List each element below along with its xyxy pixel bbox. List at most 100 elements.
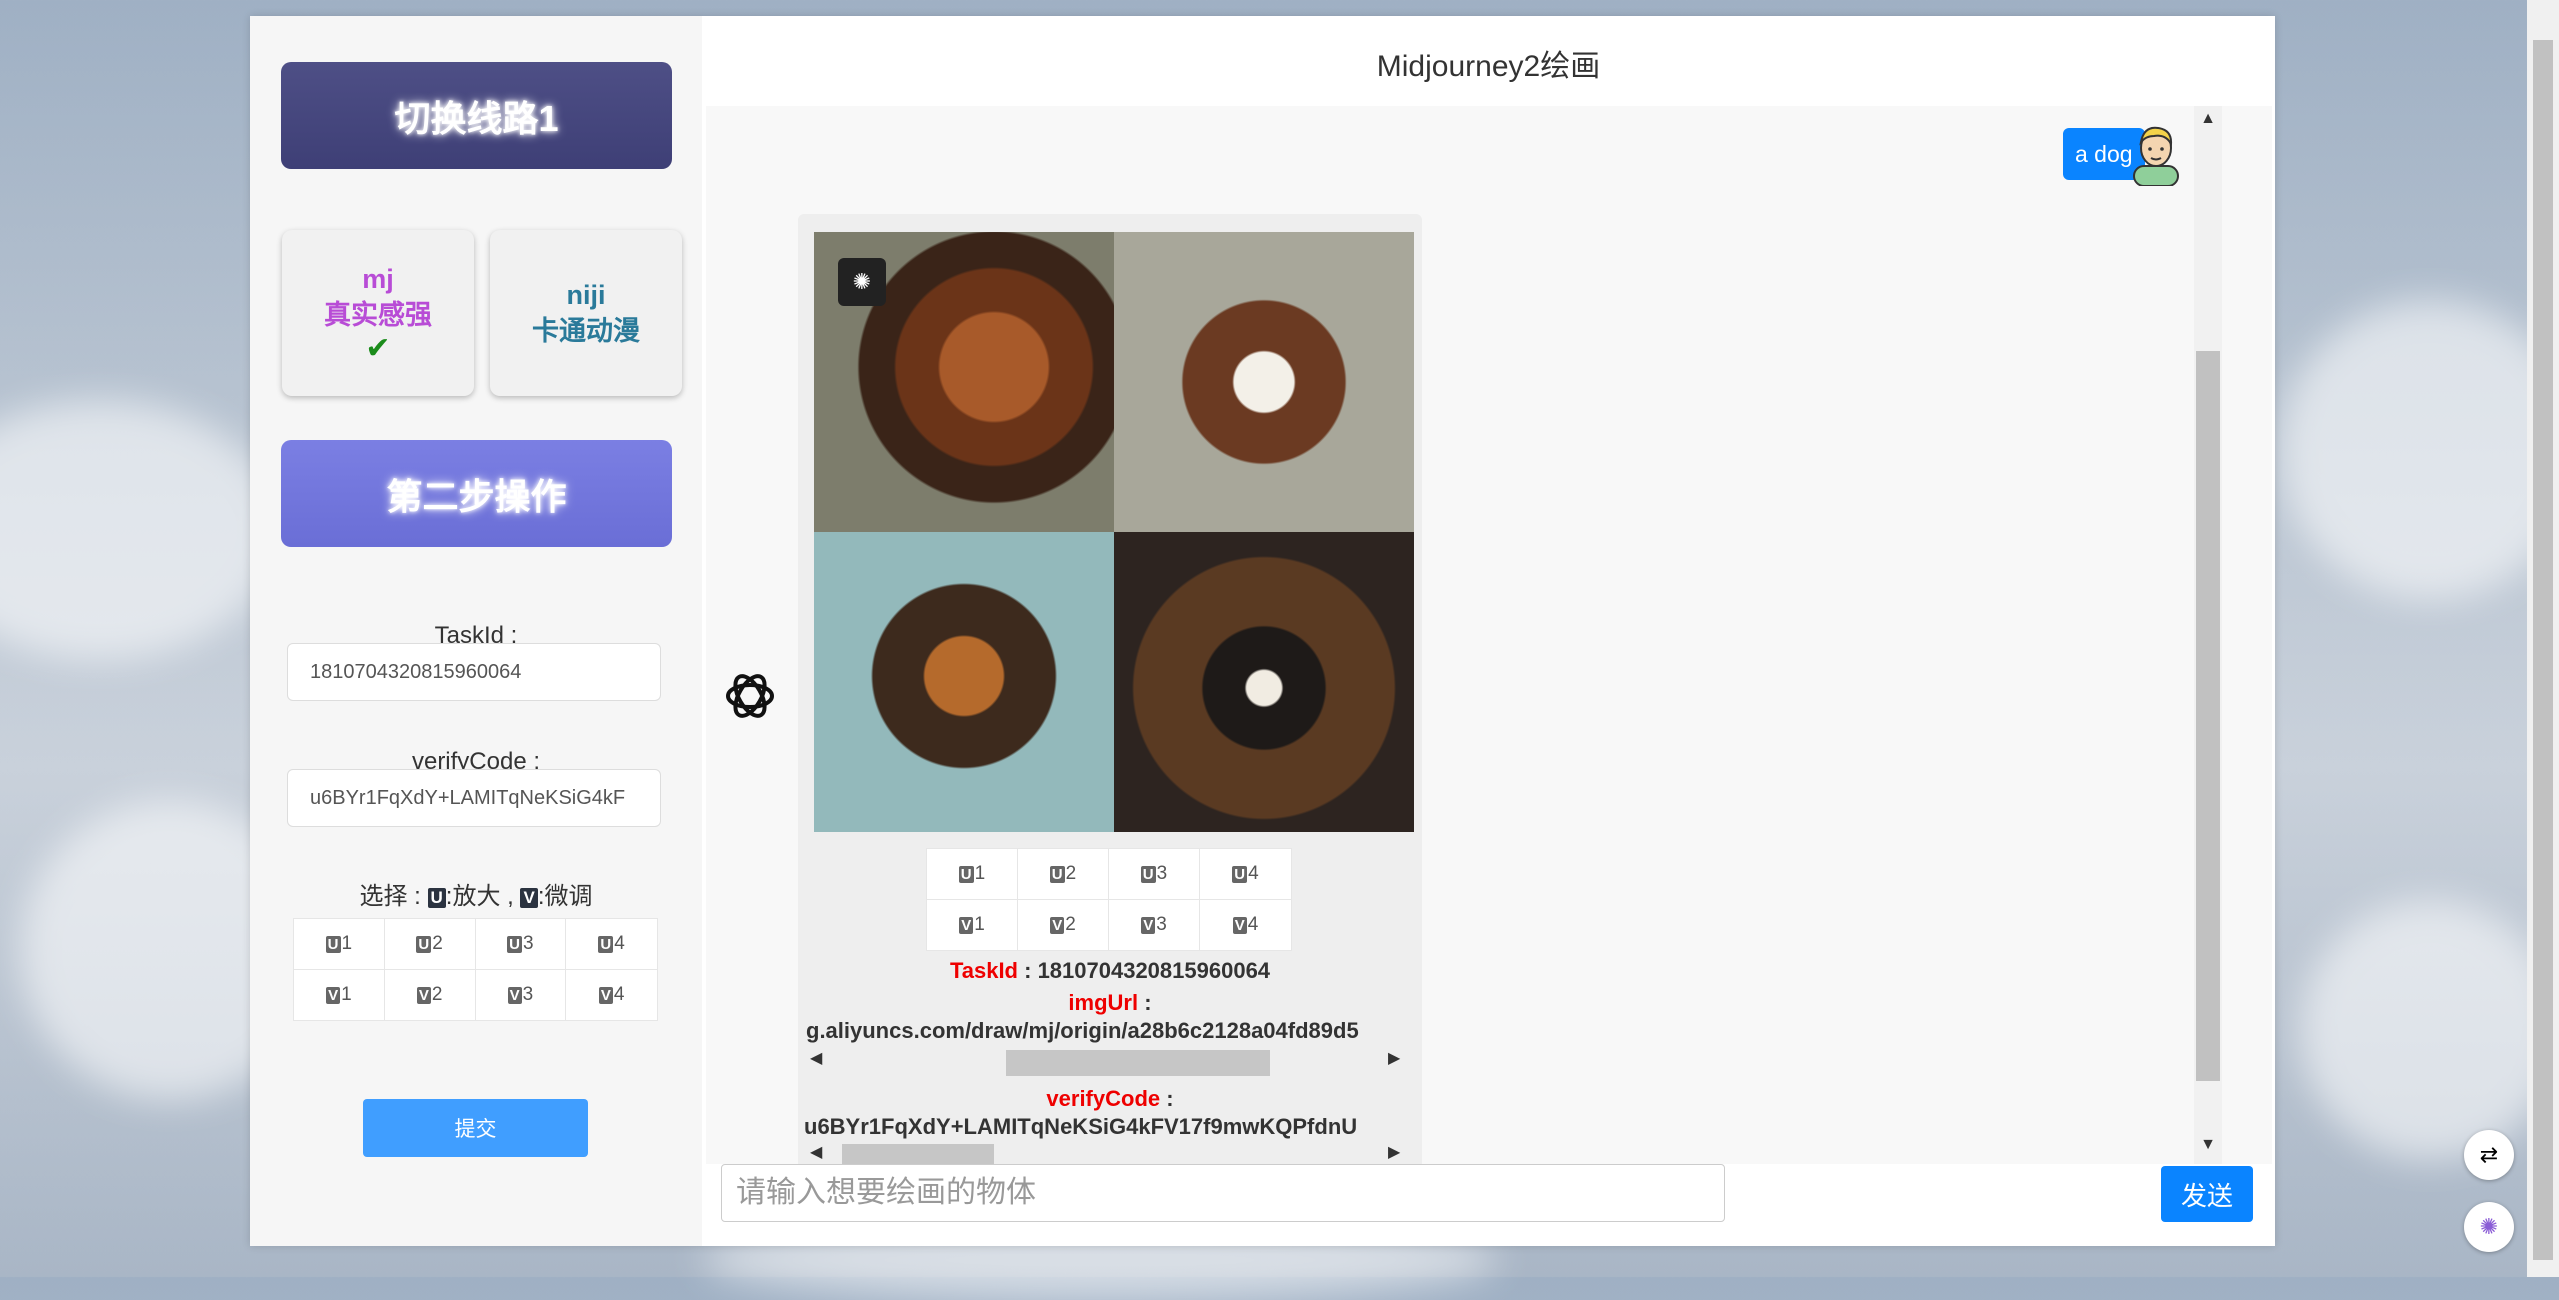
v-letter: V (507, 986, 522, 1004)
result-image-grid[interactable]: ✺ (814, 232, 1414, 832)
u-letter: U (598, 935, 614, 953)
card-taskid-label: TaskId (949, 958, 1018, 983)
result-image-3[interactable] (814, 532, 1114, 832)
sidebar-v3-button[interactable]: V3 (476, 970, 567, 1020)
u-num: 1 (341, 933, 353, 954)
mode-niji-card[interactable]: niji 卡通动漫 (490, 230, 682, 396)
u-num: 1 (974, 863, 986, 884)
result-image-1[interactable]: ✺ (814, 232, 1114, 532)
u-num: 2 (432, 933, 443, 954)
card-u1-button[interactable]: U1 (927, 849, 1018, 900)
page-title: Midjourney2绘画 (1376, 50, 1601, 83)
sidebar-u3-button[interactable]: U3 (475, 919, 567, 970)
translate-icon[interactable]: ⇄ (2464, 1130, 2514, 1180)
user-avatar-icon (2133, 126, 2179, 186)
sidebar-v2-button[interactable]: V2 (385, 970, 476, 1020)
mode-mj-card[interactable]: mj 真实感强 ✔ (282, 230, 474, 396)
card-verify-label: verifyCode (1046, 1086, 1161, 1111)
card-u3-button[interactable]: U3 (1109, 849, 1200, 900)
v-letter: V (326, 986, 341, 1004)
sidebar: 切换线路1 mj 真实感强 ✔ niji 卡通动漫 第二步操作 TaskId :… (250, 16, 702, 1246)
result-card: ✺ U1 U2 U3 U4 V1 V2 V3 V4 TaskId : 18107… (798, 214, 1422, 1164)
send-button[interactable]: 发送 (2161, 1166, 2253, 1222)
scroll-left-arrow[interactable]: ◀ (810, 1048, 822, 1070)
sidebar-u1-button[interactable]: U1 (294, 919, 385, 970)
mode-mj-name: mj (362, 264, 394, 294)
u-num: 4 (614, 933, 625, 954)
u-num: 2 (1065, 863, 1077, 884)
card-u4-button[interactable]: U4 (1200, 849, 1291, 900)
bg-cloud (0, 400, 280, 660)
v-num: 1 (341, 984, 352, 1005)
v-num: 2 (431, 984, 443, 1005)
page-scrollbar[interactable] (2527, 0, 2559, 1277)
card-taskid-line: TaskId : 1810704320815960064 (949, 958, 1271, 983)
prompt-input[interactable]: 请输入想要绘画的物体 (721, 1164, 1725, 1222)
card-u2-button[interactable]: U2 (1018, 849, 1109, 900)
scroll-right-arrow[interactable]: ▶ (1388, 1048, 1400, 1070)
switch-route-button[interactable]: 切换线路1 (281, 62, 672, 169)
step-two-button[interactable]: 第二步操作 (281, 440, 672, 547)
v-num: 4 (613, 984, 625, 1005)
result-image-4[interactable] (1114, 532, 1414, 832)
brain-icon[interactable]: ✺ (838, 258, 886, 306)
chat-scrollbar[interactable]: ▲ ▼ (2194, 106, 2222, 1164)
scroll-down-arrow[interactable]: ▼ (2194, 1136, 2222, 1154)
choose-instruction: 选择 : U:放大 , V:微调 (250, 876, 702, 911)
card-imgurl-label-line: imgUrl : (1068, 990, 1152, 1015)
sidebar-u2-button[interactable]: U2 (384, 919, 476, 970)
v-num: 1 (974, 914, 985, 935)
openai-icon (726, 674, 774, 718)
imgurl-scrollbar[interactable]: ◀ ▶ (810, 1048, 1410, 1076)
u-key-text: :放大 , (445, 883, 514, 910)
scroll-right-arrow[interactable]: ▶ (1388, 1142, 1400, 1164)
card-v3-button[interactable]: V3 (1109, 900, 1200, 950)
v-letter: V (1232, 916, 1247, 934)
taskid-input[interactable]: 1810704320815960064 (287, 643, 661, 701)
v-letter: V (416, 986, 431, 1004)
scroll-up-arrow[interactable]: ▲ (2194, 110, 2222, 128)
bg-cloud (2300, 900, 2559, 1160)
verify-scrollbar[interactable]: ◀ ▶ (810, 1142, 1410, 1164)
u-letter: U (1232, 865, 1248, 883)
sidebar-u4-button[interactable]: U4 (566, 919, 657, 970)
card-verify-label-line: verifyCode : (1046, 1086, 1174, 1111)
v-num: 2 (1065, 914, 1076, 935)
mode-niji-desc: 卡通动漫 (532, 316, 640, 346)
check-icon: ✔ (365, 332, 391, 365)
card-v4-button[interactable]: V4 (1200, 900, 1291, 950)
scroll-thumb[interactable] (1006, 1050, 1270, 1076)
u-letter: U (416, 935, 432, 953)
brain-icon[interactable]: ✺ (2464, 1202, 2514, 1252)
sidebar-uv-grid: U1 U2 U3 U4 V1 V2 V3 V4 (293, 918, 658, 1021)
u-num: 3 (523, 933, 534, 954)
result-image-2[interactable] (1114, 232, 1414, 532)
scroll-thumb[interactable] (2196, 351, 2220, 1081)
card-v1-button[interactable]: V1 (927, 900, 1018, 950)
scroll-thumb[interactable] (842, 1144, 994, 1164)
v-num: 3 (522, 984, 534, 1005)
v-key-text: :微调 (537, 883, 593, 910)
v-key-badge: V (520, 888, 538, 908)
page-scroll-thumb[interactable] (2533, 40, 2553, 1260)
mode-mj-desc: 真实感强 (324, 300, 432, 330)
v-letter: V (959, 916, 974, 934)
card-v2-button[interactable]: V2 (1018, 900, 1109, 950)
u-num: 4 (1248, 863, 1259, 884)
verifycode-input[interactable]: u6BYr1FqXdY+LAMITqNeKSiG4kF (287, 769, 661, 827)
sidebar-v4-button[interactable]: V4 (566, 970, 657, 1020)
u-letter: U (1140, 865, 1156, 883)
app-window: 切换线路1 mj 真实感强 ✔ niji 卡通动漫 第二步操作 TaskId :… (250, 16, 2275, 1246)
u-num: 3 (1156, 863, 1168, 884)
v-letter: V (1141, 916, 1156, 934)
card-imgurl-label: imgUrl (1068, 990, 1139, 1015)
mode-niji-name: niji (566, 280, 606, 310)
u-letter: U (325, 935, 341, 953)
card-taskid-value: 1810704320815960064 (1037, 958, 1271, 983)
u-letter: U (958, 865, 974, 883)
v-letter: V (598, 986, 613, 1004)
u-letter: U (507, 935, 522, 953)
scroll-left-arrow[interactable]: ◀ (810, 1142, 822, 1164)
submit-button[interactable]: 提交 (363, 1099, 588, 1157)
sidebar-v1-button[interactable]: V1 (294, 970, 385, 1020)
